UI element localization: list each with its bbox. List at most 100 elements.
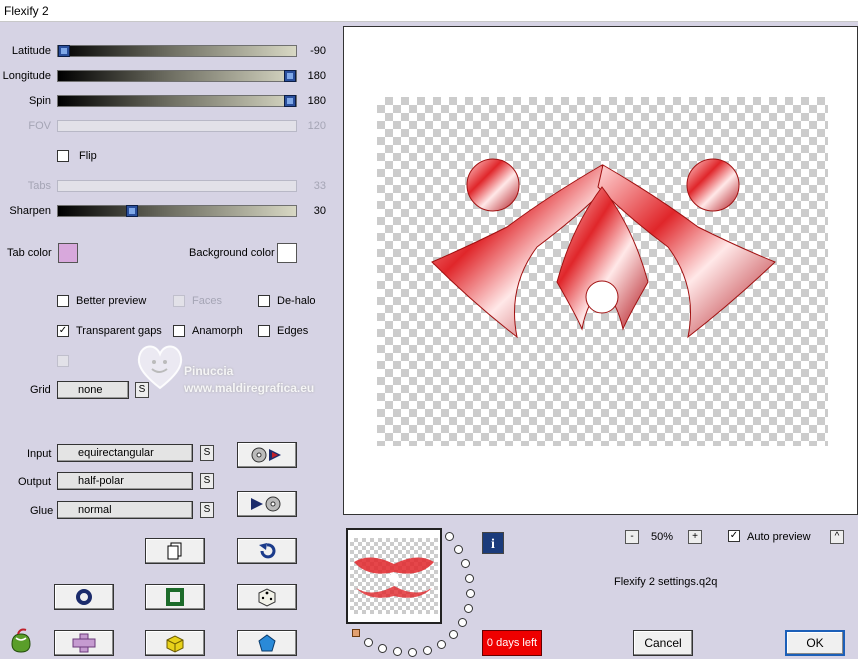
zoom-out-button[interactable]: - [625, 530, 639, 544]
output-s-button[interactable]: S [200, 473, 214, 489]
dial-dot[interactable] [378, 644, 387, 653]
dial-dot[interactable] [408, 648, 417, 657]
grid-label: Grid [30, 384, 51, 396]
watermark-name: Pinuccia [184, 364, 234, 378]
disc-load-icon [251, 447, 281, 463]
spin-value: 180 [307, 95, 326, 107]
tabs-label: Tabs [27, 180, 51, 192]
undo-icon [259, 543, 276, 559]
navigator-dial[interactable] [360, 528, 480, 658]
background-color-swatch[interactable] [277, 243, 297, 263]
dial-dot[interactable] [454, 545, 463, 554]
watermark-site: www.maldiregrafica.eu [184, 381, 315, 395]
tab-color-swatch[interactable] [58, 243, 78, 263]
sharpen-slider[interactable] [57, 205, 297, 217]
de-halo-label: De-halo [277, 295, 316, 307]
disc-save-icon [251, 496, 281, 512]
navigator-handle[interactable] [352, 629, 360, 637]
background-color-label: Background color [189, 247, 275, 259]
sharpen-label: Sharpen [9, 205, 51, 217]
glue-s-button[interactable]: S [200, 502, 214, 518]
app-logo-icon [8, 628, 34, 657]
flexified-shape-image [431, 158, 776, 339]
latitude-value: -90 [310, 45, 326, 57]
random-button[interactable] [237, 584, 297, 610]
glue-select[interactable]: normal [57, 501, 193, 519]
better-preview-checkbox[interactable] [57, 295, 69, 307]
dial-dot[interactable] [465, 574, 474, 583]
output-label: Output [18, 476, 52, 488]
dial-dot[interactable] [423, 646, 432, 655]
longitude-slider[interactable] [57, 70, 297, 82]
cancel-button[interactable]: Cancel [633, 630, 693, 656]
dice-icon [258, 588, 276, 607]
transparent-gaps-checkbox[interactable]: ✓ [57, 325, 69, 337]
auto-preview-label: Auto preview [747, 531, 811, 543]
input-select[interactable]: equirectangular [57, 444, 193, 462]
cross-shape-button[interactable] [54, 630, 114, 656]
pentagon-shape-button[interactable] [237, 630, 297, 656]
ring-shape-button[interactable] [54, 584, 114, 610]
dial-dot[interactable] [449, 630, 458, 639]
glue-label: Glue [30, 505, 54, 517]
ok-button[interactable]: OK [785, 630, 845, 656]
dial-dot[interactable] [461, 559, 470, 568]
tab-color-label: Tab color [7, 247, 52, 259]
info-button[interactable]: i [482, 532, 504, 554]
load-preset-button[interactable] [237, 442, 297, 468]
cube-shape-button[interactable] [145, 630, 205, 656]
collapse-button[interactable]: ^ [830, 530, 844, 544]
edges-label: Edges [277, 325, 309, 337]
svg-text:i: i [491, 537, 495, 552]
latitude-thumb[interactable] [58, 45, 70, 57]
spin-thumb[interactable] [284, 95, 296, 107]
info-icon: i [483, 533, 503, 553]
square-frame-icon [166, 588, 184, 606]
latitude-slider[interactable] [57, 45, 297, 57]
fov-value: 120 [307, 120, 326, 132]
edges-checkbox[interactable] [258, 325, 270, 337]
output-select[interactable]: half-polar [57, 472, 193, 490]
copy-button[interactable] [145, 538, 205, 564]
longitude-thumb[interactable] [284, 70, 296, 82]
tabs-slider [57, 180, 297, 192]
anamorph-checkbox[interactable] [173, 325, 185, 337]
zoom-level: 50% [651, 531, 674, 543]
longitude-value: 180 [307, 70, 326, 82]
grid-select[interactable]: none [57, 381, 129, 399]
sharpen-thumb[interactable] [126, 205, 138, 217]
window-title: Flexify 2 [4, 4, 49, 18]
slider-panel: Latitude -90 Longitude 180 Spin 180 FOV … [0, 40, 340, 230]
input-label: Input [27, 448, 52, 460]
dial-dot[interactable] [437, 640, 446, 649]
auto-preview-checkbox[interactable]: ✓ [728, 530, 740, 542]
flip-checkbox[interactable] [57, 150, 69, 162]
dial-dot[interactable] [464, 604, 473, 613]
longitude-label: Longitude [2, 70, 51, 82]
dial-dot[interactable] [364, 638, 373, 647]
dial-dot[interactable] [458, 618, 467, 627]
grid-s-button[interactable]: S [135, 382, 149, 398]
dial-dot[interactable] [393, 647, 402, 656]
input-s-button[interactable]: S [200, 445, 214, 461]
de-halo-checkbox[interactable] [258, 295, 270, 307]
tabs-value: 33 [313, 180, 326, 192]
hidden-option-checkbox [57, 355, 69, 367]
cube-icon [166, 635, 184, 653]
latitude-label: Latitude [11, 45, 51, 57]
better-preview-label: Better preview [76, 295, 147, 307]
dial-dot[interactable] [466, 589, 475, 598]
save-preset-button[interactable] [237, 491, 297, 517]
square-shape-button[interactable] [145, 584, 205, 610]
anamorph-label: Anamorph [192, 325, 243, 337]
zoom-in-button[interactable]: + [688, 530, 702, 544]
dial-dot[interactable] [445, 532, 454, 541]
sharpen-value: 30 [313, 205, 326, 217]
undo-button[interactable] [237, 538, 297, 564]
trial-status-badge[interactable]: 0 days left [482, 630, 542, 656]
preview-canvas[interactable] [343, 26, 858, 515]
transparent-checkerboard [377, 97, 828, 446]
spin-slider[interactable] [57, 95, 297, 107]
settings-filename: Flexify 2 settings.q2q [614, 576, 718, 588]
flip-label: Flip [79, 150, 97, 162]
